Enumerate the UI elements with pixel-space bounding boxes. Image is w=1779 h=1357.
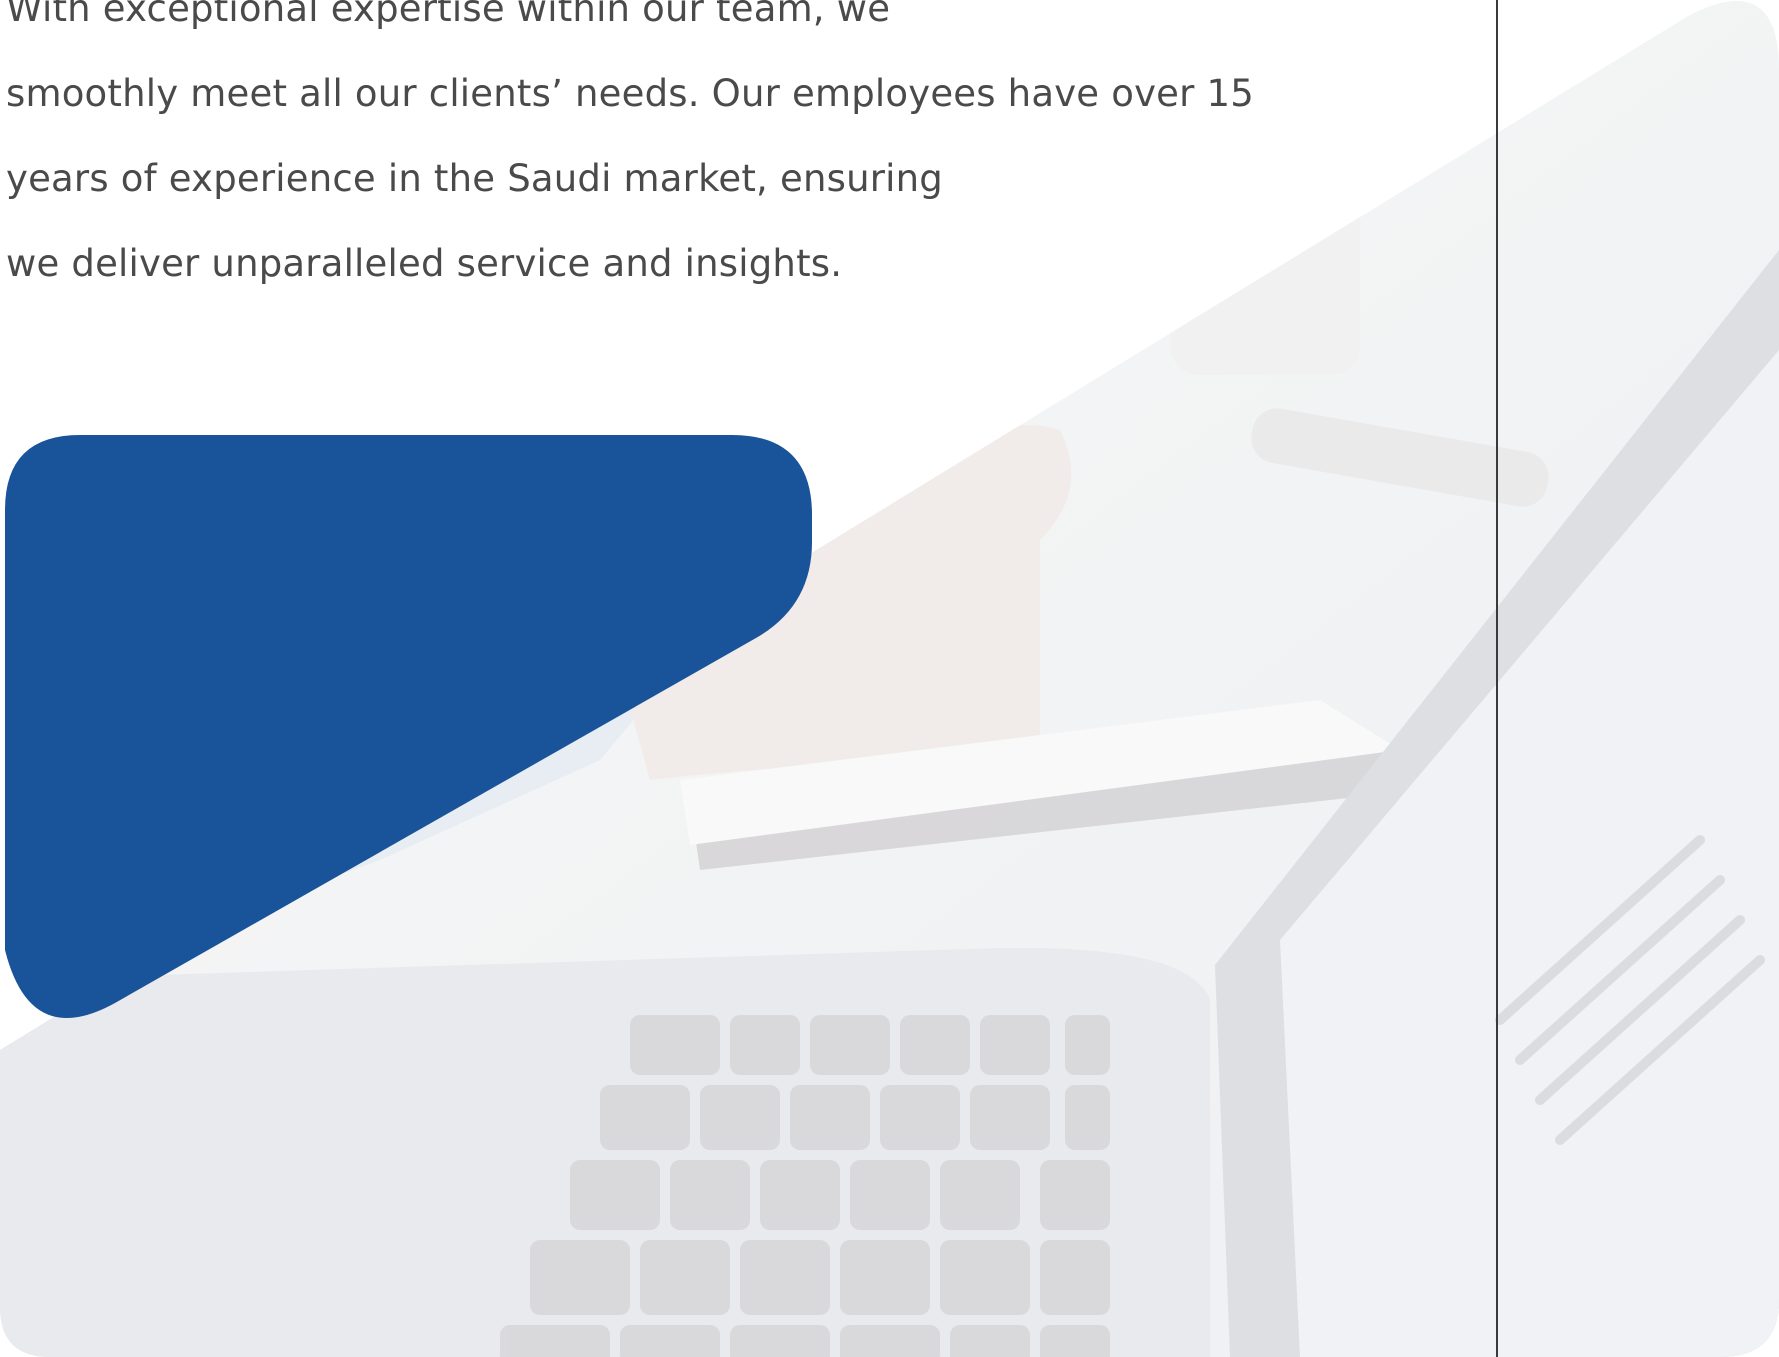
intro-line-1: With exceptional expertise within our te… [6,0,891,30]
intro-line-4: we deliver unparalleled service and insi… [6,242,843,285]
vertical-divider [1496,0,1498,1357]
intro-line-3: years of experience in the Saudi market,… [6,157,943,200]
intro-paragraph: With exceptional expertise within our te… [6,0,1446,306]
intro-line-2: smoothly meet all our clients’ needs. Ou… [6,72,1254,115]
